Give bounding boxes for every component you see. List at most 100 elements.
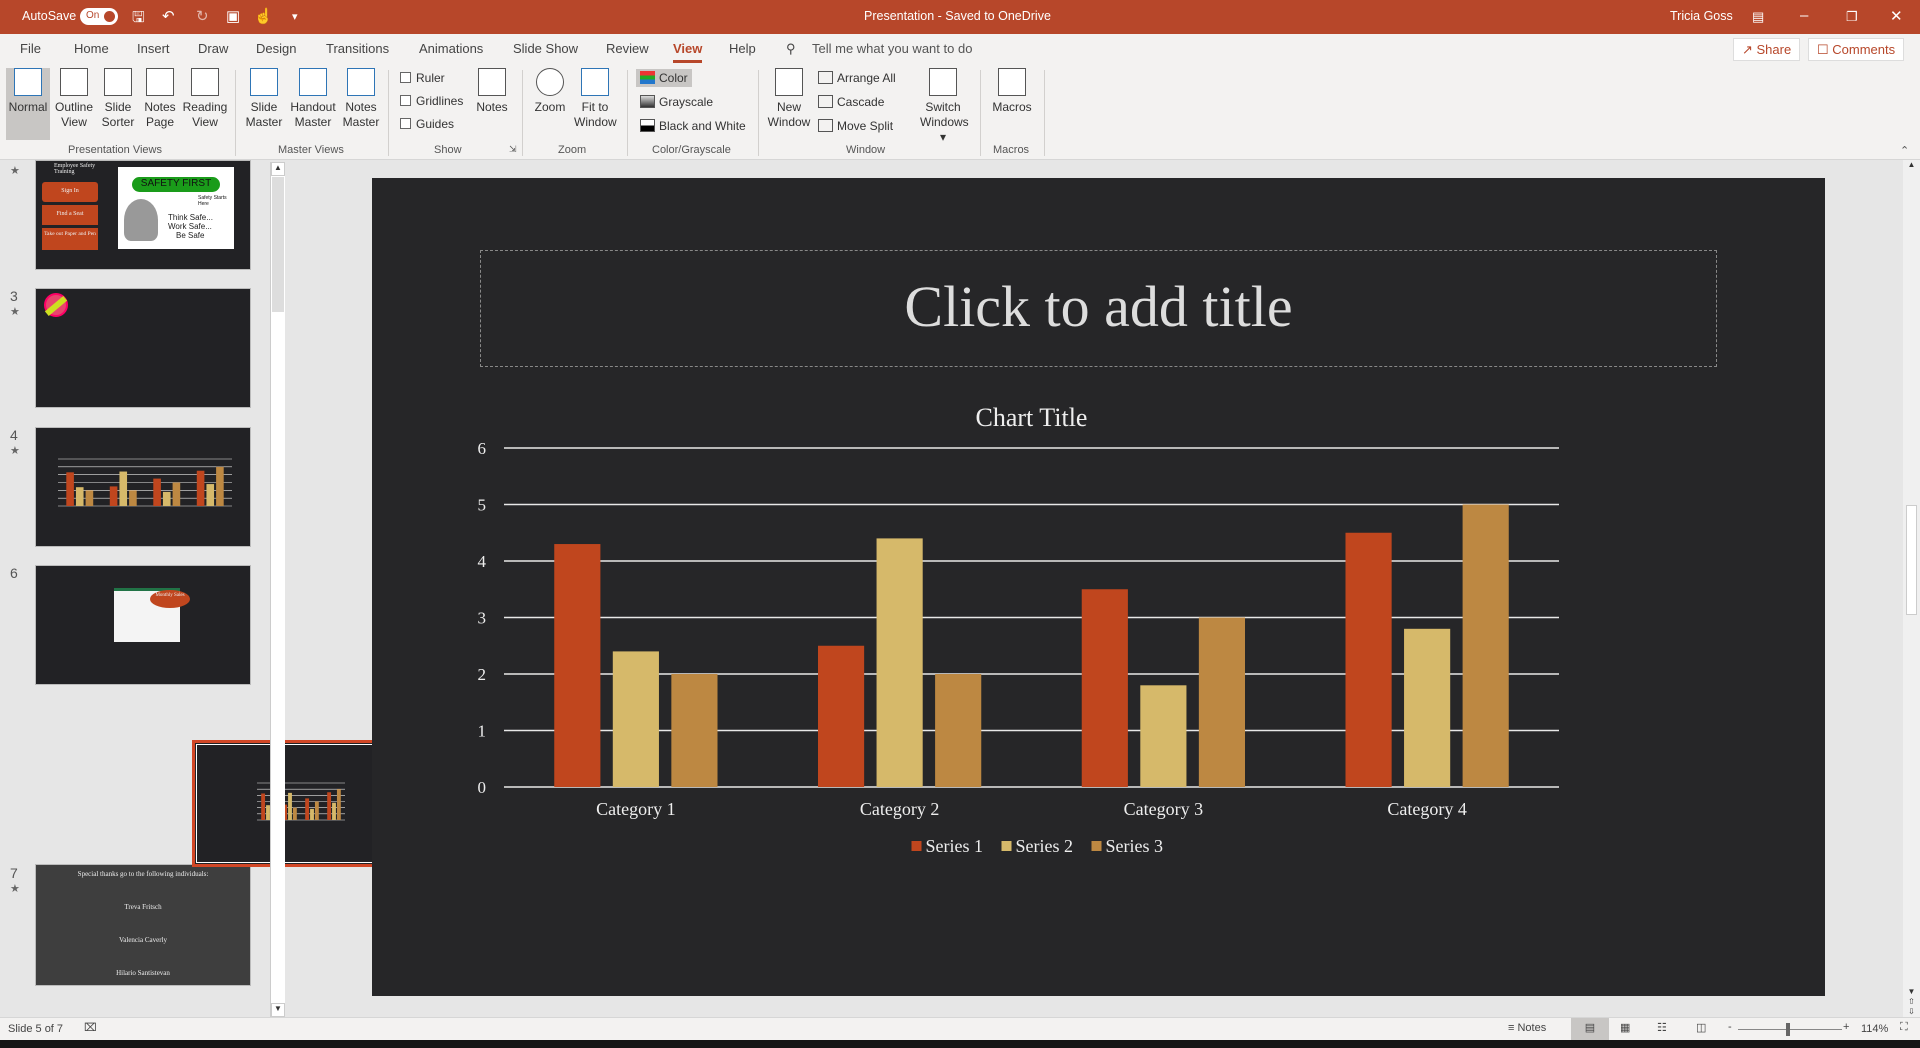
customize-qat-icon[interactable]: ▾ (292, 10, 298, 23)
outline-view-button[interactable]: Outline View (53, 68, 95, 130)
guides-checkbox[interactable]: Guides (400, 117, 454, 131)
move-split-button[interactable]: Move Split (818, 119, 893, 133)
normal-view-status-icon[interactable]: ▤ (1571, 1018, 1609, 1040)
grayscale-button[interactable]: Grayscale (640, 95, 713, 109)
slide-thumbnail-6[interactable]: Monthly Sales (35, 565, 251, 685)
tab-insert[interactable]: Insert (137, 41, 170, 56)
ruler-checkbox[interactable]: Ruler (400, 71, 445, 85)
macros-button[interactable]: Macros (988, 68, 1036, 115)
label: Color (659, 71, 688, 85)
zoom-out-icon[interactable]: - (1728, 1021, 1732, 1033)
slide-sorter-status-icon[interactable]: ▦ (1620, 1021, 1630, 1034)
notes-toggle[interactable]: ≡ Notes (1508, 1022, 1546, 1034)
tab-file[interactable]: File (20, 41, 41, 56)
restore-icon[interactable]: ❐ (1846, 9, 1858, 25)
legend-label: Series 2 (1016, 836, 1074, 856)
label: Notes Master (342, 100, 380, 129)
normal-view-button[interactable]: Normal (6, 68, 50, 140)
close-icon[interactable]: ✕ (1890, 7, 1903, 25)
minimize-icon[interactable]: – (1800, 7, 1808, 24)
tab-transitions[interactable]: Transitions (326, 41, 389, 56)
black-and-white-button[interactable]: Black and White (640, 119, 746, 133)
tab-animations[interactable]: Animations (419, 41, 483, 56)
tab-home[interactable]: Home (74, 41, 109, 56)
reading-view-status-icon[interactable]: ☷ (1657, 1021, 1667, 1034)
fit-to-window-button[interactable]: Fit to Window (574, 68, 617, 130)
scroll-down-icon[interactable]: ▼ (271, 1003, 285, 1017)
notes-button[interactable]: Notes (472, 68, 512, 115)
x-tick-label: Category 3 (1124, 799, 1203, 819)
animation-star-icon: ★ (10, 883, 20, 895)
scroll-thumb[interactable] (272, 177, 284, 312)
zoom-in-icon[interactable]: + (1843, 1021, 1849, 1033)
autosave-label: AutoSave (22, 9, 77, 23)
title-bar: AutoSave On 🖫 ↶ ↻ ▣ ☝ ▾ Presentation - S… (0, 0, 1920, 34)
slide-thumbnail-7[interactable]: Special thanks go to the following indiv… (35, 864, 251, 986)
label: Switch Windows (920, 100, 969, 129)
slide-canvas[interactable]: Click to add title Chart Title 0 1 2 3 4 5 6 Cat… (372, 178, 1825, 996)
scroll-up-icon[interactable]: ▲ (271, 162, 285, 176)
comments-button[interactable]: ☐ Comments (1808, 38, 1905, 61)
save-icon[interactable]: 🖫 (132, 7, 145, 32)
normal-view-icon (14, 68, 42, 96)
bar-series-3-4 (1462, 504, 1509, 787)
switch-windows-button[interactable]: Switch Windows ▾ (920, 68, 969, 145)
notes-page-button[interactable]: Notes Page (141, 68, 179, 130)
new-window-icon (775, 68, 803, 96)
new-window-button[interactable]: New Window (766, 68, 812, 130)
undo-icon[interactable]: ↶ (162, 7, 175, 25)
slide-sorter-button[interactable]: Slide Sorter (98, 68, 138, 130)
arrange-all-button[interactable]: Arrange All (818, 71, 896, 85)
chart[interactable]: Chart Title 0 1 2 3 4 5 6 Category 1 Category 2 Ca… (372, 178, 1825, 878)
zoom-slider[interactable] (1738, 1023, 1842, 1036)
dialog-launcher-icon[interactable]: ⇲ (509, 144, 517, 155)
scroll-up-icon[interactable]: ▲ (1903, 160, 1920, 169)
thumbnail-scrollbar[interactable]: ▲ ▼ (270, 162, 285, 1017)
user-name[interactable]: Tricia Goss (1670, 9, 1733, 23)
share-button[interactable]: ↗ Share (1733, 38, 1801, 61)
present-icon[interactable]: ▣ (226, 7, 240, 25)
tab-design[interactable]: Design (256, 41, 296, 56)
gridlines-checkbox[interactable]: Gridlines (400, 94, 463, 108)
tab-review[interactable]: Review (606, 41, 649, 56)
collapse-ribbon-icon[interactable]: ⌃ (1900, 144, 1909, 157)
document-title[interactable]: Presentation - Saved to OneDrive (864, 9, 1051, 23)
handout-master-button[interactable]: Handout Master (288, 68, 338, 130)
tell-me-search[interactable]: Tell me what you want to do (812, 41, 972, 56)
tab-help[interactable]: Help (729, 41, 756, 56)
chart-title: Chart Title (976, 403, 1088, 432)
search-icon[interactable]: ⚲ (786, 41, 796, 57)
thumb-line: Think Safe... (168, 213, 213, 222)
comments-label: Comments (1832, 42, 1896, 57)
scroll-thumb[interactable] (1906, 505, 1917, 615)
zoom-button[interactable]: Zoom (530, 68, 570, 115)
touch-mode-icon[interactable]: ☝ (254, 7, 273, 25)
tab-draw[interactable]: Draw (198, 41, 228, 56)
color-button[interactable]: Color (636, 69, 692, 87)
slide-master-button[interactable]: Slide Master (242, 68, 286, 130)
spelling-icon[interactable]: ⌧ (84, 1021, 97, 1034)
notes-master-button[interactable]: Notes Master (340, 68, 382, 130)
group-label: Zoom (558, 144, 587, 156)
divider (388, 70, 389, 156)
slideshow-status-icon[interactable]: ◫ (1696, 1021, 1706, 1034)
slide-thumbnail-2[interactable]: Employee Safety Training Sign In Find a … (35, 160, 251, 270)
reading-view-button[interactable]: Reading View (182, 68, 228, 130)
cascade-button[interactable]: Cascade (818, 95, 884, 109)
fit-slide-icon[interactable]: ⛶ (1900, 1021, 1908, 1034)
y-tick-label: 0 (478, 778, 487, 797)
tab-slide-show[interactable]: Slide Show (513, 41, 578, 56)
ribbon-display-icon[interactable]: ▤ (1752, 9, 1764, 25)
slide-scrollbar[interactable]: ▲ ▼ ⇧ ⇩ (1903, 160, 1920, 1017)
slide-thumbnail-4[interactable] (35, 427, 251, 547)
move-split-icon (818, 119, 833, 132)
notes-page-icon (146, 68, 174, 96)
prev-next-slide-icons[interactable]: ▼ ⇧ ⇩ (1903, 987, 1920, 1017)
zoom-slider-thumb[interactable] (1786, 1023, 1790, 1036)
divider (980, 70, 981, 156)
autosave-toggle[interactable]: On (80, 8, 118, 25)
redo-icon[interactable]: ↻ (196, 7, 209, 25)
slide-thumbnail-3[interactable] (35, 288, 251, 408)
tab-view[interactable]: View (673, 41, 703, 63)
zoom-level[interactable]: 114% (1861, 1023, 1888, 1035)
